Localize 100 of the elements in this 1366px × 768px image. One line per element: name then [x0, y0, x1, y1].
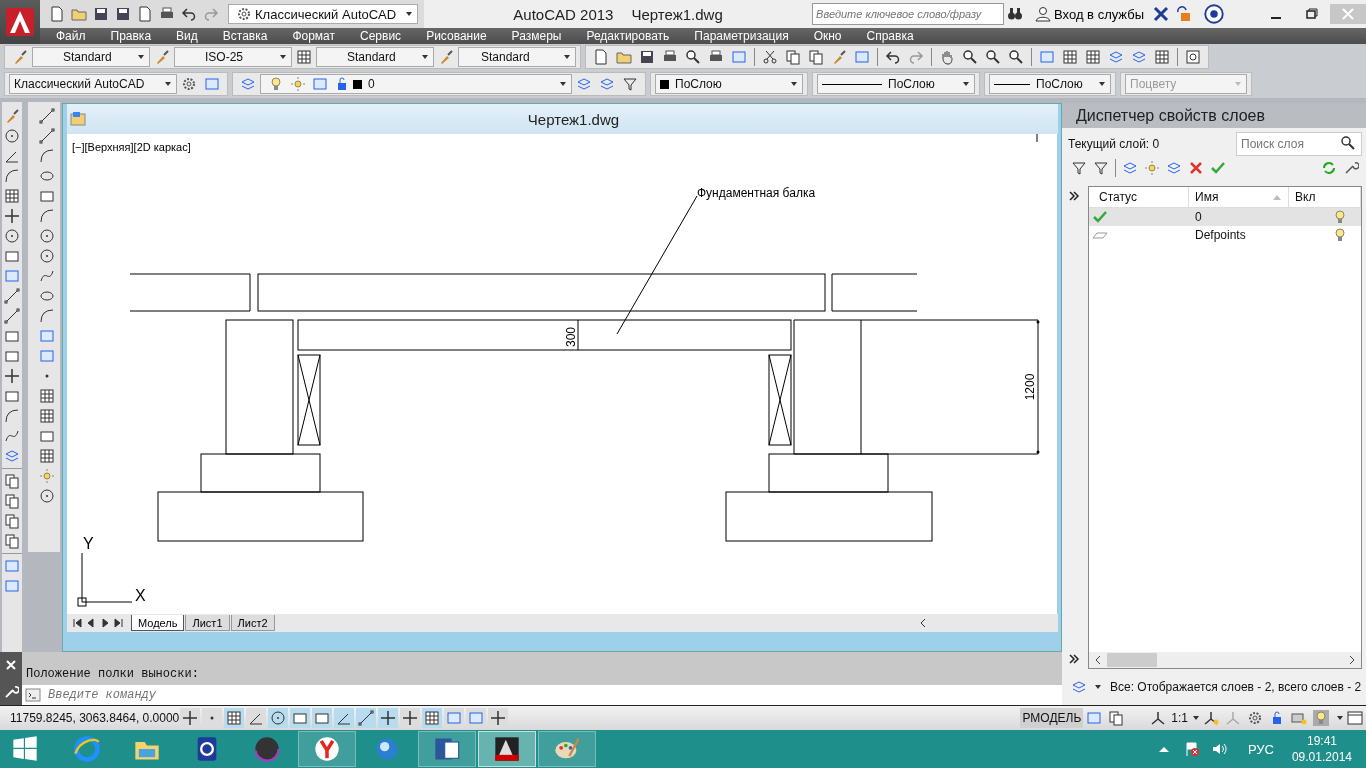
grid-toggle[interactable] — [422, 708, 442, 728]
layer-row[interactable]: Defpoints — [1089, 226, 1361, 244]
line-icon[interactable] — [39, 108, 55, 124]
multileader-style-dropdown[interactable]: Standard — [458, 47, 576, 67]
sign-in-button[interactable]: Вход в службы — [1026, 6, 1150, 22]
linetype-dropdown[interactable]: ПоСлою — [817, 74, 975, 94]
clock-date[interactable]: 09.01.2014 — [1291, 750, 1352, 764]
pages-icon[interactable] — [4, 473, 20, 489]
color-dropdown[interactable]: ПоСлою — [655, 74, 803, 94]
search-icon[interactable] — [1340, 135, 1356, 151]
scroll-left-icon[interactable] — [918, 616, 928, 630]
page-icon[interactable] — [49, 6, 65, 22]
viewport-label[interactable]: [−][Верхняя][2D каркас] — [72, 141, 191, 153]
speaker-icon[interactable] — [1211, 741, 1228, 757]
menu-item[interactable]: Файл — [56, 29, 86, 43]
circle-icon[interactable] — [4, 228, 20, 244]
brush-icon[interactable] — [12, 49, 28, 65]
column-header[interactable]: Вкл — [1289, 187, 1361, 207]
dimension-style-dropdown[interactable]: ISO-25 — [174, 47, 292, 67]
application-button[interactable] — [0, 0, 40, 44]
caret-icon[interactable] — [1094, 683, 1102, 691]
menu-item[interactable]: Формат — [292, 29, 336, 43]
layers-icon[interactable] — [599, 76, 615, 92]
column-header[interactable]: Статус — [1089, 187, 1189, 207]
layers-icon[interactable] — [576, 76, 592, 92]
rectangle-icon[interactable] — [4, 248, 20, 264]
filter-icon[interactable] — [1071, 160, 1087, 176]
undo-icon[interactable] — [885, 49, 901, 65]
line-icon[interactable] — [39, 128, 55, 144]
caret-icon[interactable] — [1192, 714, 1200, 722]
clock-time[interactable]: 19:41 — [1306, 734, 1337, 748]
ellipse-icon[interactable] — [39, 168, 55, 184]
table-style-dropdown[interactable]: Standard — [316, 47, 434, 67]
brush-icon[interactable] — [831, 49, 847, 65]
circle-icon[interactable] — [4, 128, 20, 144]
rectangle-icon[interactable] — [4, 388, 20, 404]
taskbar-button[interactable] — [478, 731, 536, 767]
expand-icon[interactable] — [1068, 653, 1080, 665]
model-space-label[interactable]: РМОДЕЛЬ — [1020, 708, 1084, 728]
grid-toggle[interactable] — [224, 708, 244, 728]
workspace-dropdown[interactable]: Классический AutoCAD — [9, 74, 177, 94]
layout-tab[interactable]: Модель — [131, 615, 185, 631]
hand-icon[interactable] — [939, 49, 955, 65]
grid-icon[interactable] — [1062, 49, 1078, 65]
wrench-icon[interactable] — [3, 683, 19, 700]
flag-icon[interactable] — [1183, 741, 1200, 757]
column-header[interactable]: Имя — [1189, 187, 1289, 207]
sun-icon[interactable] — [1144, 160, 1160, 176]
layers-icon[interactable] — [4, 448, 20, 464]
plus-toggle[interactable] — [400, 708, 420, 728]
expand-icon[interactable] — [1068, 190, 1080, 202]
rectangle-toggle[interactable] — [290, 708, 310, 728]
rectangle-toggle[interactable] — [312, 708, 332, 728]
help-icon[interactable] — [1204, 4, 1224, 24]
grid-icon[interactable] — [296, 49, 312, 65]
arc-icon[interactable] — [39, 208, 55, 224]
line-toggle[interactable] — [356, 708, 376, 728]
layers-icon[interactable] — [1131, 49, 1147, 65]
scissors-icon[interactable] — [762, 49, 778, 65]
magnifier-icon[interactable] — [685, 49, 701, 65]
pages-icon[interactable] — [785, 49, 801, 65]
ellipse-icon[interactable] — [39, 288, 55, 304]
horizontal-scrollbar[interactable] — [1089, 652, 1361, 668]
scroll-left-icon[interactable] — [1093, 654, 1103, 666]
pages-icon[interactable] — [808, 49, 824, 65]
menu-item[interactable]: Вставка — [222, 29, 268, 43]
curve-icon[interactable] — [4, 428, 20, 444]
magnifier-icon[interactable] — [985, 49, 1001, 65]
menu-item[interactable]: Рисование — [426, 29, 487, 43]
settings-icon[interactable] — [1343, 160, 1359, 176]
line-icon[interactable] — [4, 308, 20, 324]
angle-toggle[interactable] — [334, 708, 354, 728]
magnifier-icon[interactable] — [962, 49, 978, 65]
rectangle-icon[interactable] — [4, 348, 20, 364]
menu-item[interactable]: Редактировать — [586, 29, 670, 43]
circle-icon[interactable] — [39, 488, 55, 504]
prompt-icon[interactable] — [25, 687, 41, 703]
brush-icon[interactable] — [154, 49, 170, 65]
grid-icon[interactable] — [39, 448, 55, 464]
layer-search-box[interactable]: Поиск слоя — [1236, 132, 1362, 156]
caret-icon[interactable] — [1336, 714, 1344, 722]
layer-filter-icon[interactable] — [1071, 679, 1087, 695]
rectangle-icon[interactable] — [39, 188, 55, 204]
language-indicator[interactable]: РУС — [1247, 741, 1274, 757]
check-icon[interactable] — [1210, 160, 1226, 176]
plus-toggle[interactable] — [378, 708, 398, 728]
layers-icon[interactable] — [240, 76, 256, 92]
menu-item[interactable]: Сервис — [360, 29, 402, 43]
text-style-dropdown[interactable]: Standard — [32, 47, 150, 67]
folder-icon[interactable] — [71, 6, 87, 22]
scroll-thumb[interactable] — [1107, 653, 1157, 667]
gear-icon[interactable] — [181, 76, 197, 92]
bulb-icon[interactable] — [1313, 710, 1329, 726]
menu-item[interactable]: Справка — [866, 29, 914, 43]
filter-icon[interactable] — [1093, 160, 1109, 176]
help-icon[interactable] — [1185, 49, 1201, 65]
annotation-scale[interactable]: 1:1 — [1171, 711, 1188, 725]
layer-search-field[interactable]: Поиск слоя — [1237, 135, 1341, 153]
grid-icon[interactable] — [39, 388, 55, 404]
filter-icon[interactable] — [622, 76, 638, 92]
